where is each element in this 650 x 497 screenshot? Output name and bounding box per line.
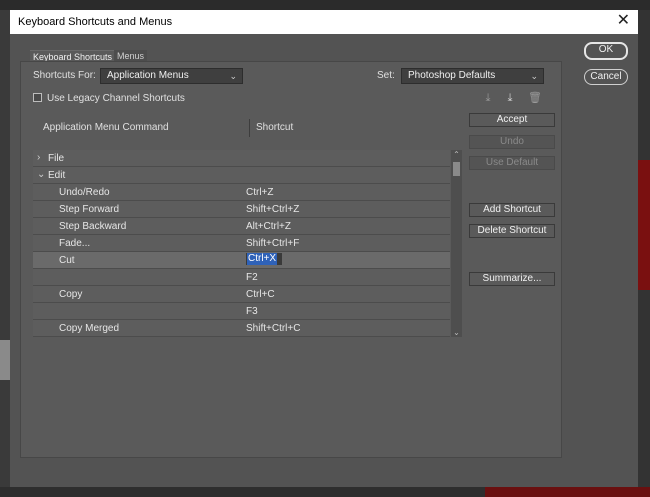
background-app-strip bbox=[0, 0, 650, 10]
table-scrollbar[interactable]: ⌃ ⌄ bbox=[451, 150, 462, 337]
summarize-button[interactable]: Summarize... bbox=[469, 272, 555, 286]
column-divider bbox=[249, 119, 250, 137]
row-shortcut[interactable]: F3 bbox=[246, 306, 258, 317]
shortcuts-for-label: Shortcuts For: bbox=[33, 70, 96, 81]
close-icon[interactable]: ✕ bbox=[617, 13, 630, 29]
row-shortcut[interactable]: Ctrl+Z bbox=[246, 187, 274, 198]
row-command: Fade... bbox=[59, 238, 91, 249]
background-canvas-bottom bbox=[485, 487, 650, 497]
row-command: Undo/Redo bbox=[59, 187, 110, 198]
table-row[interactable]: › File bbox=[33, 150, 450, 167]
table-row[interactable]: Step Forward Shift+Ctrl+Z bbox=[33, 201, 450, 218]
use-default-button[interactable]: Use Default bbox=[469, 156, 555, 170]
row-command: File bbox=[48, 153, 65, 164]
shortcuts-for-value: Application Menus bbox=[107, 70, 189, 81]
table-row[interactable]: Fade... Shift+Ctrl+F bbox=[33, 235, 450, 252]
trash-icon[interactable]: 🗑 bbox=[528, 91, 542, 105]
row-shortcut[interactable]: F2 bbox=[246, 272, 258, 283]
add-shortcut-button[interactable]: Add Shortcut bbox=[469, 203, 555, 217]
accept-button[interactable]: Accept bbox=[469, 113, 555, 127]
shortcuts-table: › File ⌄ Edit Undo/Redo Ctrl+Z Step Forw… bbox=[33, 150, 450, 337]
row-command: Copy Merged bbox=[59, 323, 120, 334]
row-shortcut[interactable]: Shift+Ctrl+Z bbox=[246, 204, 299, 215]
set-select[interactable]: Photoshop Defaults ⌄ bbox=[401, 68, 544, 84]
legacy-channel-label: Use Legacy Channel Shortcuts bbox=[47, 93, 185, 104]
undo-button[interactable]: Undo bbox=[469, 135, 555, 149]
scroll-thumb[interactable] bbox=[453, 162, 460, 176]
save-set-icon[interactable]: ⤓ bbox=[481, 91, 495, 105]
chevron-down-icon: ⌄ bbox=[229, 71, 237, 81]
chevron-right-icon[interactable]: › bbox=[37, 152, 40, 163]
shortcut-edit-value: Ctrl+X bbox=[247, 253, 278, 265]
dialog-title: Keyboard Shortcuts and Menus bbox=[18, 16, 173, 28]
set-value: Photoshop Defaults bbox=[408, 70, 496, 81]
row-shortcut[interactable]: Shift+Ctrl+F bbox=[246, 238, 299, 249]
legacy-channel-checkbox[interactable] bbox=[33, 93, 42, 102]
table-row[interactable]: Undo/Redo Ctrl+Z bbox=[33, 184, 450, 201]
background-left bbox=[0, 10, 10, 497]
background-left-panel bbox=[0, 340, 10, 380]
delete-shortcut-button[interactable]: Delete Shortcut bbox=[469, 224, 555, 238]
table-header: Application Menu Command Shortcut bbox=[33, 113, 450, 143]
new-set-icon[interactable]: ⤓ bbox=[503, 91, 517, 105]
table-row-selected[interactable]: Cut Ctrl+X bbox=[33, 252, 450, 269]
row-shortcut[interactable]: Ctrl+C bbox=[246, 289, 275, 300]
row-command: Step Backward bbox=[59, 221, 127, 232]
table-row[interactable]: Step Backward Alt+Ctrl+Z bbox=[33, 218, 450, 235]
table-row[interactable]: Copy Merged Shift+Ctrl+C bbox=[33, 320, 450, 337]
shortcut-edit-field[interactable]: Ctrl+X bbox=[246, 253, 282, 265]
set-label: Set: bbox=[377, 70, 395, 81]
row-command: Cut bbox=[59, 255, 75, 266]
row-shortcut[interactable]: Alt+Ctrl+Z bbox=[246, 221, 291, 232]
row-command: Copy bbox=[59, 289, 83, 300]
chevron-down-icon[interactable]: ⌄ bbox=[37, 169, 45, 180]
table-row[interactable]: F3 bbox=[33, 303, 450, 320]
background-canvas bbox=[638, 160, 650, 290]
shortcuts-for-select[interactable]: Application Menus ⌄ bbox=[100, 68, 243, 84]
chevron-down-icon: ⌄ bbox=[530, 71, 538, 81]
column-header-command: Application Menu Command bbox=[43, 122, 169, 133]
table-row[interactable]: Copy Ctrl+C bbox=[33, 286, 450, 303]
table-row[interactable]: F2 bbox=[33, 269, 450, 286]
ok-button[interactable]: OK bbox=[584, 42, 628, 60]
scroll-down-icon[interactable]: ⌄ bbox=[451, 328, 462, 337]
row-command: Step Forward bbox=[59, 204, 120, 215]
row-command: Edit bbox=[48, 170, 66, 181]
cancel-button[interactable]: Cancel bbox=[584, 69, 628, 85]
row-shortcut[interactable]: Shift+Ctrl+C bbox=[246, 323, 300, 334]
table-row[interactable]: ⌄ Edit bbox=[33, 167, 450, 184]
dialog-titlebar: Keyboard Shortcuts and Menus ✕ bbox=[10, 10, 638, 34]
scroll-up-icon[interactable]: ⌃ bbox=[451, 150, 462, 159]
column-header-shortcut: Shortcut bbox=[256, 122, 294, 133]
